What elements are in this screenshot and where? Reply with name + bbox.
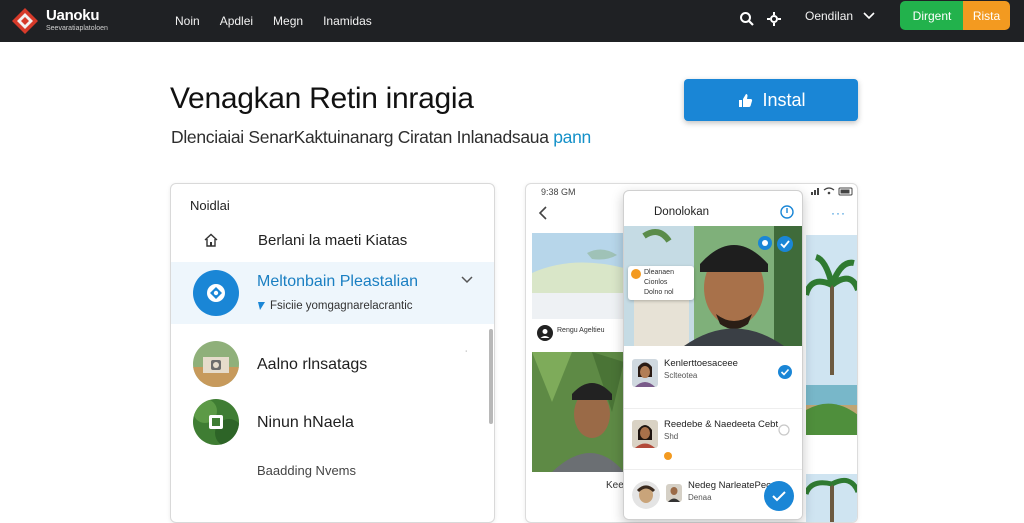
info-icon[interactable] bbox=[780, 205, 794, 219]
avatar bbox=[632, 420, 658, 448]
contact-sub: Denaa bbox=[688, 493, 712, 502]
profile-card: Dleanaen Cionlos Dolno nol bbox=[628, 266, 694, 300]
contact-row-3[interactable]: Nedeg NarleatePeo Denaa bbox=[624, 473, 802, 519]
install-button[interactable]: Instal bbox=[684, 79, 858, 121]
hero-title: Venagkan Retin inragia bbox=[170, 82, 474, 115]
contact-sub: Shd bbox=[664, 432, 679, 441]
settings-icon[interactable] bbox=[763, 8, 785, 30]
more-dots-icon[interactable]: ··· bbox=[831, 206, 846, 220]
contact-row-2[interactable]: Reedebe & Naedeeta Cebt Shd bbox=[624, 412, 802, 470]
item-thumbnail-1 bbox=[193, 341, 239, 387]
menu-item-selected-sub-text: Fsiciie yomgagnarelacrantic bbox=[270, 300, 413, 312]
photo-portrait bbox=[532, 352, 624, 472]
nav-item-1[interactable]: Noin bbox=[175, 14, 200, 28]
contact-name: Kenlerttoesaceee bbox=[664, 358, 738, 369]
nav-item-3[interactable]: Megn bbox=[273, 14, 303, 28]
status-time: 9:38 GM bbox=[541, 187, 576, 197]
language-selector[interactable]: Oendilan bbox=[805, 0, 875, 32]
language-label: Oendilan bbox=[805, 9, 854, 23]
hero-subtitle-text: Dlenciaiai SenarKaktuinanarg Ciratan Inl… bbox=[171, 127, 549, 147]
photo-bottom-caption: Kee bbox=[606, 480, 624, 491]
hero-subtitle-accent: pann bbox=[553, 127, 591, 147]
panel-title: Noidlai bbox=[190, 198, 230, 213]
verified-badge-icon bbox=[758, 236, 772, 250]
menu-item-selected-label: Meltonbain Pleastalian bbox=[257, 273, 418, 290]
menu-item-selected[interactable]: Meltonbain Pleastalian Fsiciie yomgagnar… bbox=[171, 262, 494, 324]
photo-palm-2 bbox=[806, 474, 857, 522]
pending-icon[interactable] bbox=[778, 424, 790, 436]
brand-name: Uanoku bbox=[46, 7, 100, 24]
avatar-small bbox=[666, 484, 682, 502]
user-icon bbox=[537, 325, 553, 341]
avatar bbox=[632, 481, 660, 509]
avatar bbox=[632, 359, 658, 387]
hero-subtitle: Dlenciaiai SenarKaktuinanarg Ciratan Inl… bbox=[171, 127, 591, 148]
status-icons bbox=[811, 187, 853, 196]
home-icon bbox=[204, 233, 218, 247]
install-label: Instal bbox=[762, 89, 806, 110]
contact-name: Nedeg NarleatePeo bbox=[688, 480, 772, 491]
photo-caption: Rengu Ageltieu bbox=[557, 327, 605, 334]
hand-icon bbox=[739, 94, 753, 107]
contact-sub: Sclteotea bbox=[664, 371, 698, 380]
search-icon[interactable] bbox=[736, 8, 758, 30]
check-circle-icon[interactable] bbox=[778, 365, 792, 379]
contact-row-1[interactable]: Kenlerttoesaceee Sclteotea bbox=[624, 351, 802, 409]
profile-sheet: Donolokan Dleanaen Cionlos Dolno nol Ken… bbox=[623, 190, 803, 520]
menu-item-2[interactable]: Ninun hNaela bbox=[257, 414, 354, 432]
nav-item-2[interactable]: Apdlei bbox=[220, 14, 253, 28]
check-badge-icon bbox=[777, 236, 793, 252]
menu-item-selected-sub: Fsiciie yomgagnarelacrantic bbox=[257, 300, 413, 312]
profile-card-line-2: Cionlos bbox=[644, 279, 668, 286]
menu-item-home-label: Berlani la maeti Kiatas bbox=[258, 231, 408, 249]
chevron-down-icon bbox=[863, 12, 875, 20]
panel-scrollbar[interactable] bbox=[489, 329, 493, 424]
flag-icon bbox=[258, 302, 265, 310]
secondary-cta-button[interactable]: Rista bbox=[963, 1, 1010, 30]
item-more-icon[interactable]: ˙ bbox=[465, 350, 468, 361]
photo-landscape bbox=[532, 233, 624, 319]
nav-item-4[interactable]: Inamidas bbox=[323, 14, 372, 28]
logo-mark-icon bbox=[12, 8, 38, 34]
badge-icon bbox=[631, 269, 641, 279]
primary-cta-button[interactable]: Dirgent bbox=[900, 1, 964, 30]
orange-dot-icon bbox=[664, 452, 672, 460]
profile-card-line-3: Dolno nol bbox=[644, 289, 674, 296]
chevron-down-icon[interactable] bbox=[461, 276, 473, 284]
photo-palm-1 bbox=[806, 235, 857, 435]
menu-item-home[interactable]: Berlani la maeti Kiatas bbox=[201, 228, 481, 252]
main-nav: Noin Apdlei Megn Inamidas bbox=[175, 0, 372, 42]
menu-item-1[interactable]: Aalno rlnsatags bbox=[257, 356, 367, 374]
profile-sheet-title: Donolokan bbox=[654, 206, 709, 218]
brand-logo[interactable]: Uanoku Seevaratiaplatoloen bbox=[8, 4, 120, 38]
photo-caption-bar: Rengu Ageltieu bbox=[532, 321, 624, 347]
selected-item-icon bbox=[193, 270, 239, 316]
contact-name: Reedebe & Naedeeta Cebt bbox=[664, 419, 779, 430]
item-thumbnail-2 bbox=[193, 399, 239, 445]
brand-tagline: Seevaratiaplatoloen bbox=[46, 25, 108, 32]
top-bar: Uanoku Seevaratiaplatoloen Noin Apdlei M… bbox=[0, 0, 1024, 42]
compose-button[interactable] bbox=[764, 481, 794, 511]
menu-panel: Noidlai Berlani la maeti Kiatas Meltonba… bbox=[170, 183, 495, 523]
menu-footer-label[interactable]: Baadding Nvems bbox=[257, 463, 356, 478]
profile-card-line-1: Dleanaen bbox=[644, 269, 674, 276]
back-arrow-icon[interactable] bbox=[538, 206, 548, 220]
